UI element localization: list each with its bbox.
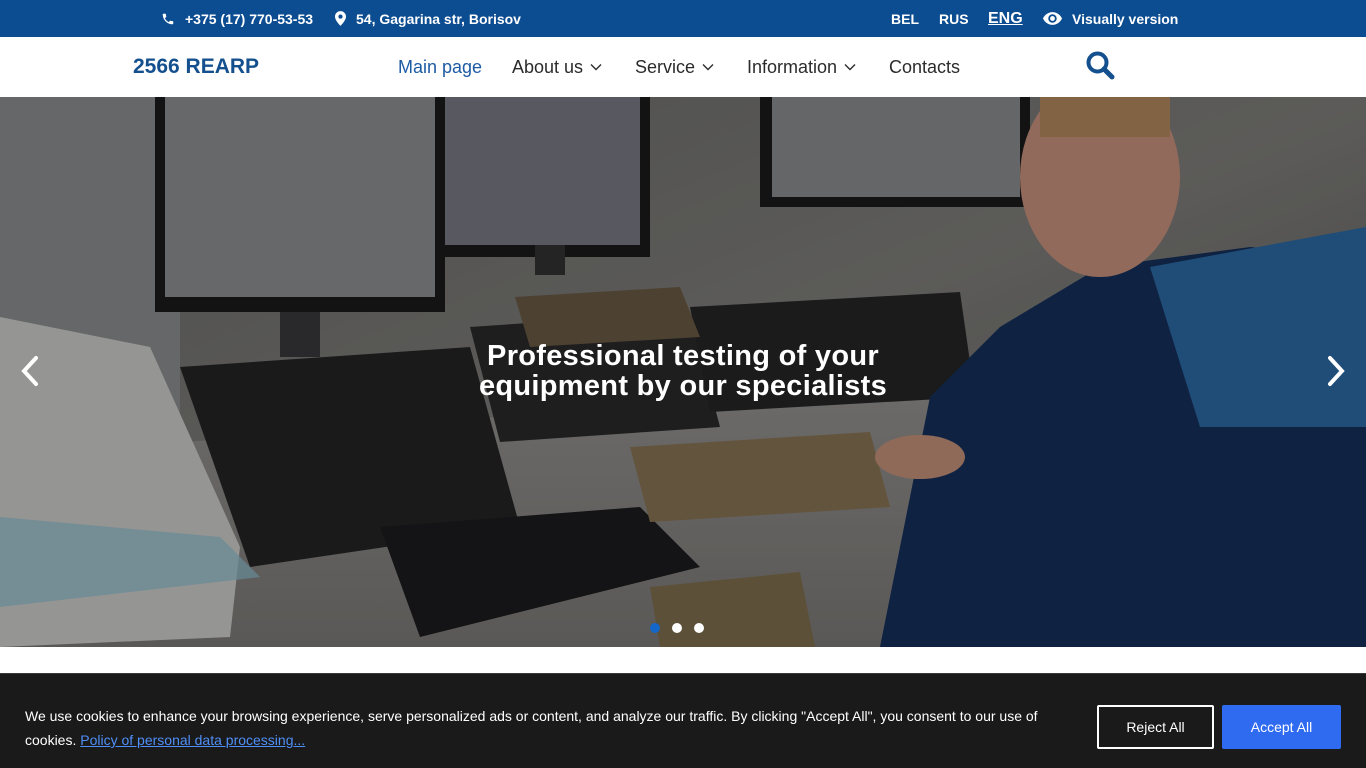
- cookie-text-block: We use cookies to enhance your browsing …: [25, 704, 1065, 752]
- slider-dot-3[interactable]: [694, 623, 704, 633]
- hero-slider: Professional testing of your equipment b…: [0, 97, 1366, 647]
- hero-title-line-2: equipment by our specialists: [478, 370, 888, 402]
- slider-dot-2[interactable]: [672, 623, 682, 633]
- slider-pagination: [650, 623, 704, 633]
- privacy-policy-link[interactable]: Policy of personal data processing...: [80, 732, 305, 748]
- nav-service-label: Service: [635, 56, 696, 77]
- nav-service[interactable]: Service: [635, 37, 714, 97]
- slider-next-button[interactable]: [1321, 351, 1351, 395]
- visually-version-text: Visually version: [1072, 10, 1179, 27]
- cookie-banner: We use cookies to enhance your browsing …: [0, 673, 1366, 768]
- slider-prev-button[interactable]: [15, 351, 45, 395]
- chevron-down-icon: [844, 63, 856, 71]
- nav-contacts-label: Contacts: [889, 56, 961, 77]
- nav-contacts[interactable]: Contacts: [889, 37, 960, 97]
- lang-rus[interactable]: RUS: [939, 0, 969, 37]
- chevron-right-icon: [1326, 355, 1346, 392]
- chevron-left-icon: [20, 355, 40, 392]
- address-link[interactable]: 54, Gagarina str, Borisov: [335, 0, 521, 37]
- lang-bel[interactable]: BEL: [891, 0, 919, 37]
- reject-all-button[interactable]: Reject All: [1097, 705, 1214, 749]
- hero-title: Professional testing of your equipment b…: [383, 341, 983, 401]
- chevron-down-icon: [590, 63, 602, 71]
- search-button[interactable]: [1084, 51, 1116, 83]
- nav-information[interactable]: Information: [747, 37, 856, 97]
- nav-main-page-label: Main page: [398, 56, 483, 77]
- slider-dot-1[interactable]: [650, 623, 660, 633]
- phone-text: +375 (17) 770-53-53: [185, 10, 314, 27]
- main-header: 2566 REARP Main page About us Service In…: [0, 37, 1366, 97]
- address-text: 54, Gagarina str, Borisov: [356, 10, 521, 27]
- hero-title-line-1: Professional testing of your: [487, 340, 879, 372]
- nav-about-us-label: About us: [512, 56, 584, 77]
- nav-information-label: Information: [747, 56, 838, 77]
- lang-eng[interactable]: ENG: [988, 0, 1023, 37]
- site-logo[interactable]: 2566 REARP: [133, 37, 259, 97]
- visually-version-link[interactable]: Visually version: [1043, 0, 1178, 37]
- nav-main-page[interactable]: Main page: [398, 37, 482, 97]
- eye-icon: [1043, 12, 1062, 25]
- map-pin-icon: [335, 11, 346, 26]
- chevron-down-icon: [702, 63, 714, 71]
- nav-about-us[interactable]: About us: [512, 37, 602, 97]
- phone-link[interactable]: +375 (17) 770-53-53: [161, 0, 313, 37]
- accept-all-button[interactable]: Accept All: [1222, 705, 1341, 749]
- top-info-bar: +375 (17) 770-53-53 54, Gagarina str, Bo…: [0, 0, 1366, 37]
- phone-icon: [161, 12, 175, 26]
- search-icon: [1085, 50, 1115, 85]
